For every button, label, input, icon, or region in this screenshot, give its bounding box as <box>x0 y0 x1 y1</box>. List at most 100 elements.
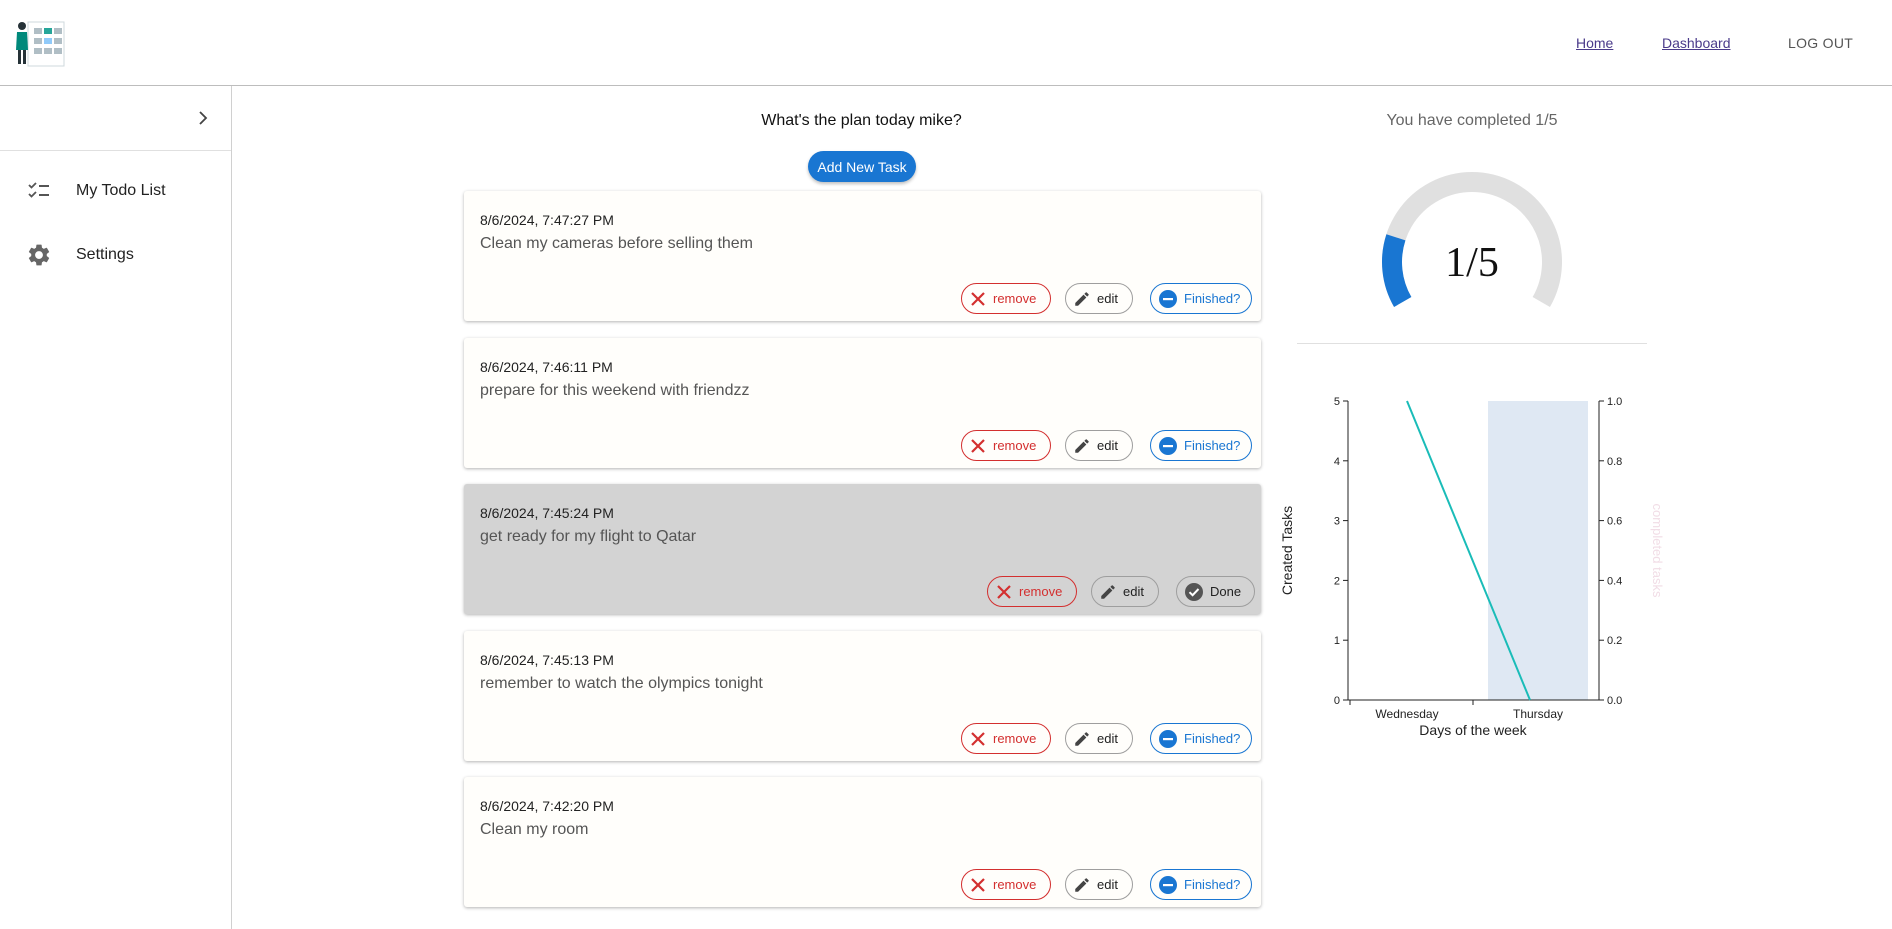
y2-tick-label: 0.6 <box>1607 516 1622 528</box>
edit-button[interactable]: edit <box>1065 283 1133 314</box>
task-timestamp: 8/6/2024, 7:47:27 PM <box>480 212 614 228</box>
top-app-bar: Home Dashboard LOG OUT <box>0 0 1892 86</box>
pencil-icon <box>1075 877 1089 892</box>
status-label: Finished? <box>1184 731 1241 746</box>
y2-axis-label: completed tasks <box>1650 504 1665 598</box>
remove-button[interactable]: remove <box>987 576 1077 607</box>
edit-label: edit <box>1097 877 1118 892</box>
finished-button[interactable]: Finished? <box>1150 723 1252 754</box>
remove-button[interactable]: remove <box>961 283 1051 314</box>
task-timestamp: 8/6/2024, 7:45:13 PM <box>480 652 614 668</box>
y-tick-label: 1 <box>1334 635 1340 647</box>
finished-button[interactable]: Finished? <box>1150 283 1252 314</box>
sidebar-toggle-area <box>0 86 231 151</box>
y2-tick-label: 0.4 <box>1607 575 1622 587</box>
y-axis-label: Created Tasks <box>1279 506 1295 595</box>
logout-button[interactable]: LOG OUT <box>1788 35 1853 51</box>
y2-tick-label: 0.2 <box>1607 635 1622 647</box>
finished-button[interactable]: Finished? <box>1150 869 1252 900</box>
task-timestamp: 8/6/2024, 7:42:20 PM <box>480 798 614 814</box>
sidebar-item-my-todo-list[interactable]: My Todo List <box>0 163 231 219</box>
edit-label: edit <box>1097 291 1118 306</box>
task-text: prepare for this weekend with friendzz <box>480 382 750 399</box>
y-tick-label: 3 <box>1334 516 1340 528</box>
app-logo[interactable] <box>14 16 66 70</box>
close-icon <box>997 584 1011 599</box>
y-tick-label: 4 <box>1334 456 1340 468</box>
task-text: remember to watch the olympics tonight <box>480 675 763 692</box>
remove-button[interactable]: remove <box>961 723 1051 754</box>
close-icon <box>971 291 985 306</box>
x-tick-label: Wednesday <box>1375 707 1438 721</box>
close-icon <box>971 731 985 746</box>
task-timestamp: 8/6/2024, 7:46:11 PM <box>480 359 613 375</box>
finished-button[interactable]: Finished? <box>1150 430 1252 461</box>
minus-circle-icon <box>1159 875 1177 894</box>
nav-dashboard-link[interactable]: Dashboard <box>1662 35 1731 51</box>
y-tick-label: 5 <box>1334 396 1340 408</box>
edit-button[interactable]: edit <box>1065 723 1133 754</box>
x-tick-label: Thursday <box>1513 707 1563 721</box>
gauge-label: 1/5 <box>1445 240 1499 286</box>
task-timestamp: 8/6/2024, 7:45:24 PM <box>480 505 614 521</box>
edit-button[interactable]: edit <box>1091 576 1159 607</box>
divider <box>1297 343 1647 344</box>
check-circle-icon <box>1185 582 1203 601</box>
task-text: Clean my room <box>480 821 589 838</box>
completion-gauge: 1/5 <box>1382 172 1562 307</box>
status-label: Finished? <box>1184 877 1241 892</box>
remove-label: remove <box>993 731 1037 746</box>
remove-button[interactable]: remove <box>961 430 1051 461</box>
greeting-heading: What's the plan today mike? <box>761 112 962 129</box>
gear-icon <box>28 244 50 266</box>
task-card: 8/6/2024, 7:45:13 PM remember to watch th… <box>464 631 1261 761</box>
chevron-right-icon[interactable] <box>193 108 213 128</box>
remove-label: remove <box>993 438 1037 453</box>
edit-label: edit <box>1123 584 1144 599</box>
remove-label: remove <box>993 877 1037 892</box>
y-tick-label: 0 <box>1334 695 1340 707</box>
status-label: Done <box>1210 584 1242 599</box>
close-icon <box>971 438 985 453</box>
chart-bar <box>1488 401 1588 700</box>
task-text: Clean my cameras before selling them <box>480 235 754 252</box>
task-text: get ready for my flight to Qatar <box>480 528 697 545</box>
minus-circle-icon <box>1159 436 1177 455</box>
remove-button[interactable]: remove <box>961 869 1051 900</box>
add-new-task-button[interactable]: Add New Task <box>808 151 916 182</box>
checklist-icon <box>28 182 49 198</box>
task-card: 8/6/2024, 7:46:11 PM prepare for this wee… <box>464 338 1261 468</box>
status-label: Finished? <box>1184 438 1241 453</box>
edit-button[interactable]: edit <box>1065 869 1133 900</box>
done-button[interactable]: Done <box>1176 576 1255 607</box>
gauge-fill <box>1382 234 1412 307</box>
close-icon <box>971 877 985 892</box>
status-label: Finished? <box>1184 291 1241 306</box>
sidebar-item-label: Settings <box>76 246 134 263</box>
x-axis-label: Days of the week <box>1419 722 1527 738</box>
y2-tick-label: 0.8 <box>1607 456 1622 468</box>
pencil-icon <box>1101 584 1115 599</box>
edit-button[interactable]: edit <box>1065 430 1133 461</box>
y2-tick-label: 0.0 <box>1607 695 1622 707</box>
pencil-icon <box>1075 438 1089 453</box>
remove-label: remove <box>1019 584 1063 599</box>
remove-label: remove <box>993 291 1037 306</box>
pencil-icon <box>1075 731 1089 746</box>
y2-tick-label: 1.0 <box>1607 396 1622 408</box>
nav-home-link[interactable]: Home <box>1576 35 1613 51</box>
minus-circle-icon <box>1159 289 1177 308</box>
completion-summary: You have completed 1/5 <box>1386 112 1558 129</box>
edit-label: edit <box>1097 438 1118 453</box>
task-card: 8/6/2024, 7:45:24 PM get ready for my fli… <box>464 484 1261 614</box>
sidebar: My Todo List Settings <box>0 86 232 929</box>
task-card: 8/6/2024, 7:47:27 PM Clean my cameras bef… <box>464 191 1261 321</box>
minus-circle-icon <box>1159 729 1177 748</box>
edit-label: edit <box>1097 731 1118 746</box>
sidebar-item-settings[interactable]: Settings <box>0 227 231 283</box>
y-tick-label: 2 <box>1334 575 1340 587</box>
tasks-chart: 0 1 2 3 4 5 0.0 0.2 0.4 0.6 0.8 1.0 Wednesday Thursda… <box>1279 396 1665 738</box>
sidebar-item-label: My Todo List <box>76 182 166 199</box>
task-card: 8/6/2024, 7:42:20 PM Clean my room remove e… <box>464 777 1261 907</box>
pencil-icon <box>1075 291 1089 306</box>
